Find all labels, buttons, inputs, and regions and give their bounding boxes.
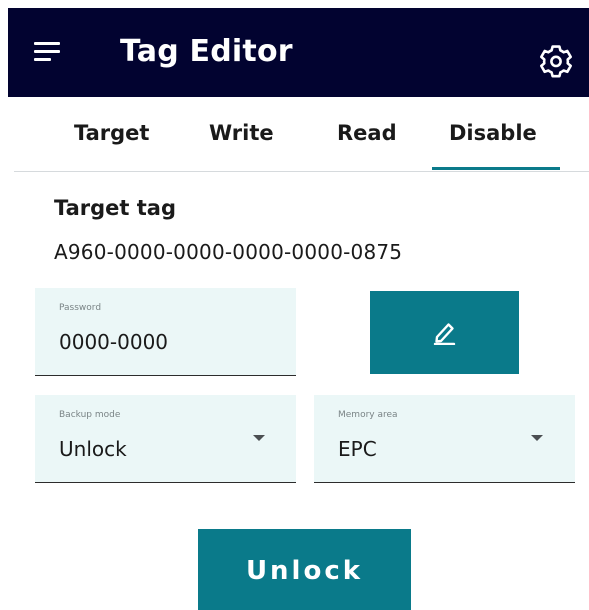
memory-area-label: Memory area (338, 410, 398, 420)
edit-password-button[interactable] (370, 291, 519, 374)
gear-icon[interactable] (538, 43, 574, 79)
chevron-down-icon (531, 435, 543, 441)
tab-write[interactable]: Write (209, 121, 274, 145)
backup-mode-label: Backup mode (59, 410, 121, 420)
app-header: Tag Editor (8, 8, 589, 97)
tab-target[interactable]: Target (74, 121, 149, 145)
tab-disable[interactable]: Disable (449, 121, 537, 145)
active-tab-indicator (432, 167, 560, 170)
unlock-button[interactable]: Unlock (198, 529, 411, 610)
tab-read[interactable]: Read (337, 121, 397, 145)
memory-area-select[interactable]: Memory area EPC (314, 395, 575, 483)
tab-bar: Target Write Read Disable (14, 97, 589, 172)
backup-mode-value: Unlock (59, 437, 127, 461)
memory-area-value: EPC (338, 437, 377, 461)
backup-mode-select[interactable]: Backup mode Unlock (35, 395, 296, 483)
target-tag-value: A960-0000-0000-0000-0000-0875 (54, 240, 403, 264)
page-title: Tag Editor (120, 34, 293, 69)
target-tag-heading: Target tag (54, 196, 177, 220)
pencil-icon (433, 323, 456, 345)
chevron-down-icon (253, 435, 265, 441)
password-value: 0000-0000 (59, 330, 169, 354)
password-label: Password (59, 303, 102, 313)
password-field[interactable]: Password 0000-0000 (35, 288, 296, 376)
hamburger-menu-icon[interactable] (34, 42, 60, 62)
unlock-button-label: Unlock (245, 556, 364, 586)
